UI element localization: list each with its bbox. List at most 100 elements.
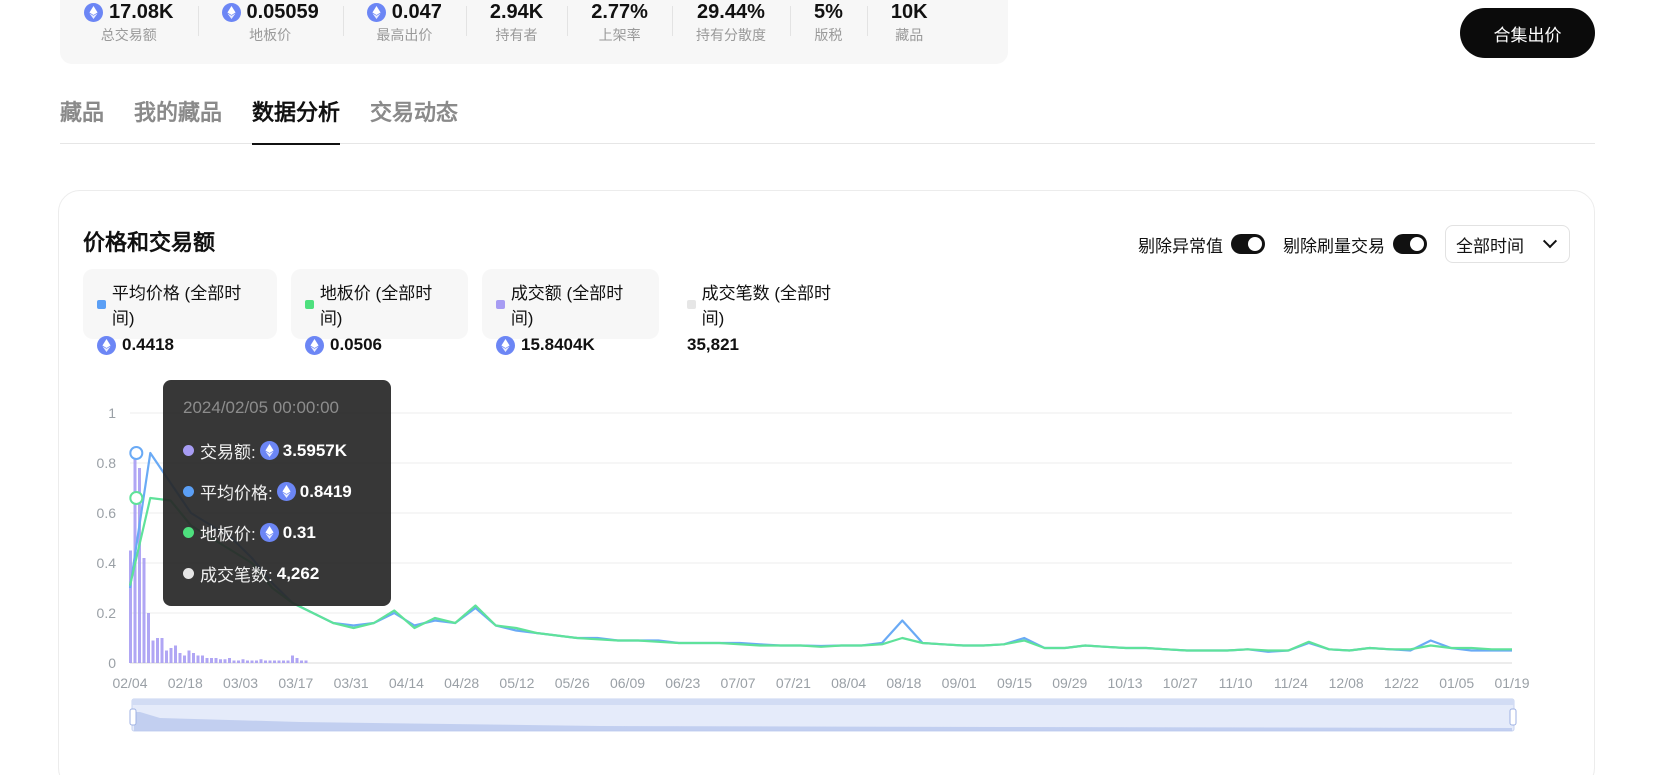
volume-bar	[228, 658, 231, 663]
tooltip-value-text: 0.8419	[299, 481, 352, 501]
x-tick-label: 06/09	[610, 675, 645, 691]
x-tick-label: 01/05	[1439, 675, 1474, 691]
x-tick-label: 07/07	[721, 675, 756, 691]
volume-bar	[237, 660, 240, 663]
volume-bar	[268, 660, 272, 663]
y-tick-label: 0.6	[97, 505, 117, 521]
x-tick-label: 09/15	[997, 675, 1032, 691]
tooltip-label: 交易额:	[200, 443, 256, 462]
tooltip-dot	[183, 568, 194, 579]
y-tick-label: 0.4	[97, 555, 117, 571]
volume-bar	[169, 648, 173, 663]
volume-bar	[291, 655, 294, 663]
y-tick-label: 1	[108, 405, 116, 421]
volume-bar	[282, 660, 285, 663]
volume-bar	[219, 659, 222, 663]
y-tick-label: 0.8	[97, 455, 117, 471]
tooltip-dot	[183, 445, 194, 456]
volume-bar	[178, 653, 182, 663]
tooltip-dot	[183, 527, 194, 538]
x-tick-label: 08/04	[831, 675, 866, 691]
volume-bar	[295, 658, 299, 663]
x-tick-label: 09/01	[942, 675, 977, 691]
volume-bar	[187, 650, 191, 663]
x-tick-label: 03/17	[278, 675, 313, 691]
x-tick-label: 12/22	[1384, 675, 1419, 691]
volume-bar	[259, 659, 263, 663]
x-tick-label: 09/29	[1052, 675, 1087, 691]
x-tick-label: 10/27	[1163, 675, 1198, 691]
volume-bar	[264, 660, 267, 663]
tooltip-row: 交易额: 3.5957K	[183, 430, 391, 471]
x-tick-label: 04/28	[444, 675, 479, 691]
volume-bar	[250, 660, 254, 663]
volume-bar	[183, 655, 186, 663]
tooltip-dot	[183, 486, 194, 497]
volume-bar	[232, 660, 236, 663]
x-tick-label: 04/14	[389, 675, 424, 691]
y-tick-label: 0	[108, 655, 116, 671]
x-tick-label: 11/24	[1274, 675, 1308, 691]
volume-bar	[192, 653, 195, 663]
tooltip-value: 0.8419	[276, 481, 352, 502]
volume-bar	[142, 558, 146, 663]
tooltip-label: 平均价格:	[200, 484, 273, 503]
volume-bar	[277, 660, 281, 663]
volume-bar	[241, 659, 245, 663]
volume-bar	[255, 660, 258, 663]
eth-icon	[259, 441, 279, 460]
volume-bar	[286, 660, 290, 663]
x-tick-label: 01/19	[1494, 675, 1529, 691]
x-tick-label: 07/21	[776, 675, 811, 691]
tooltip-row: 地板价: 0.31	[183, 512, 391, 553]
zoom-handle-left	[129, 708, 137, 726]
volume-bar	[160, 638, 164, 663]
volume-bar	[196, 655, 200, 663]
x-tick-label: 11/10	[1219, 675, 1253, 691]
volume-bar	[273, 660, 276, 663]
volume-bar	[165, 650, 168, 663]
tooltip-value-text: 4,262	[276, 563, 320, 583]
x-tick-label: 12/08	[1329, 675, 1364, 691]
y-tick-label: 0.2	[97, 605, 117, 621]
avg-price-marker	[129, 446, 144, 460]
volume-bar	[205, 658, 209, 663]
volume-bar	[214, 658, 218, 663]
volume-bar	[151, 640, 155, 663]
eth-icon	[259, 523, 279, 542]
tooltip-label: 地板价:	[200, 525, 256, 544]
floor-price-marker	[129, 491, 144, 505]
tooltip-value-text: 3.5957K	[282, 440, 348, 460]
volume-bar	[156, 638, 159, 663]
volume-bar	[174, 645, 177, 663]
volume-bar	[304, 660, 308, 663]
x-tick-label: 08/18	[886, 675, 921, 691]
x-tick-label: 02/18	[168, 675, 203, 691]
x-tick-label: 02/04	[112, 675, 147, 691]
volume-bar	[201, 655, 204, 663]
volume-bar	[147, 613, 150, 663]
x-tick-label: 06/23	[665, 675, 700, 691]
tooltip-label: 成交笔数:	[200, 566, 273, 585]
tooltip-value: 3.5957K	[259, 440, 348, 461]
volume-bar	[129, 550, 132, 663]
tooltip-row: 平均价格: 0.8419	[183, 471, 391, 512]
volume-bar	[223, 659, 227, 663]
x-tick-label: 10/13	[1108, 675, 1143, 691]
zoom-slider-bar	[132, 699, 1514, 705]
volume-bar	[300, 660, 303, 663]
x-tick-label: 05/26	[555, 675, 590, 691]
zoom-handle-right	[1509, 708, 1517, 726]
x-tick-label: 03/31	[334, 675, 369, 691]
tooltip-value: 4,262	[277, 564, 320, 584]
tooltip-value-text: 0.31	[282, 522, 316, 542]
tooltip-row: 成交笔数: 4,262	[183, 553, 391, 594]
eth-icon	[276, 482, 296, 501]
volume-bar	[210, 658, 213, 663]
x-tick-label: 03/03	[223, 675, 258, 691]
x-tick-label: 05/12	[499, 675, 534, 691]
chart-tooltip: 2024/02/05 00:00:00 交易额: 3.5957K 平均价格: 0.84…	[163, 380, 391, 606]
tooltip-time: 2024/02/05 00:00:00	[183, 398, 339, 417]
tooltip-value: 0.31	[259, 522, 316, 543]
volume-bar	[246, 660, 249, 663]
